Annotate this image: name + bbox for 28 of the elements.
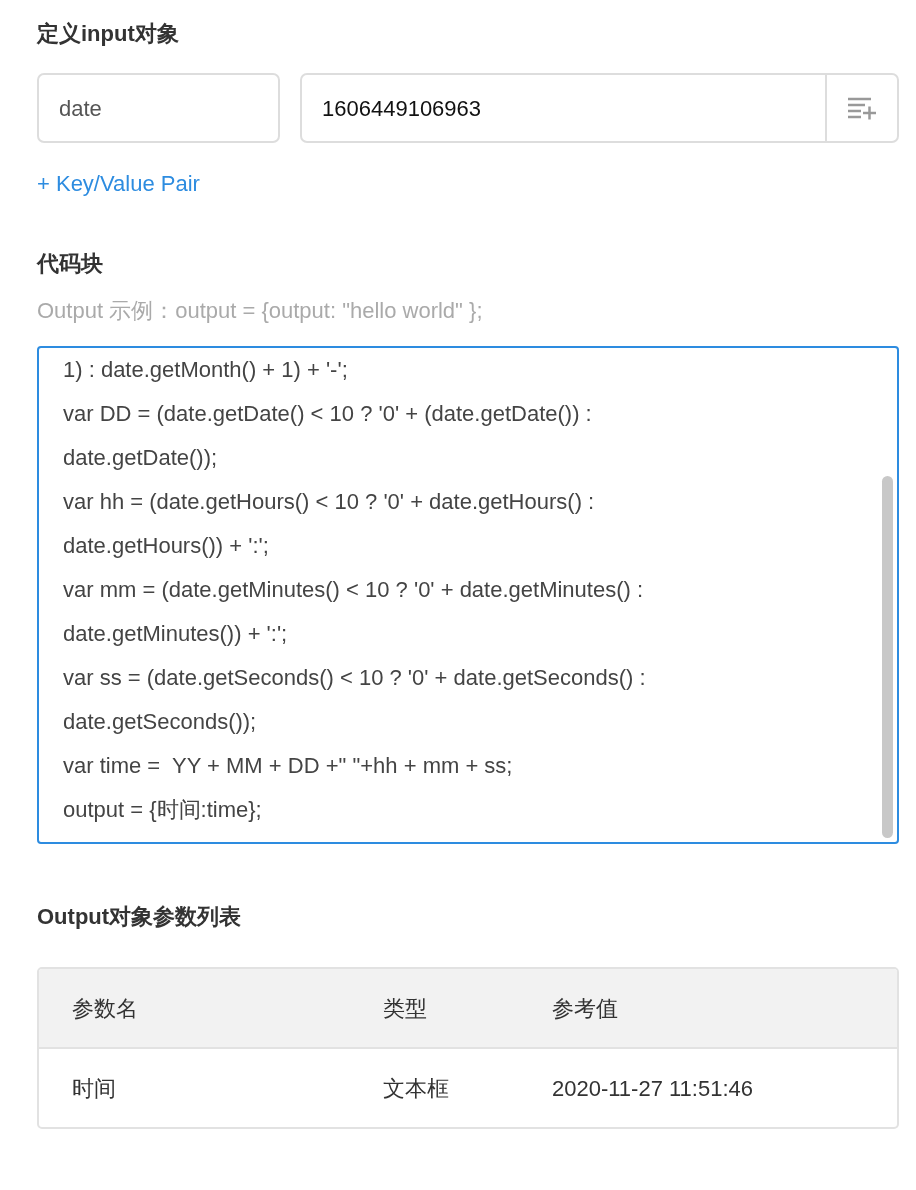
code-line: date.getSeconds());	[63, 708, 257, 736]
hint-text: Output 示例：output = {output: "hello world" };	[37, 297, 483, 325]
code-line: var ss = (date.getSeconds() < 10 ? '0' + date.getSeconds() :	[63, 664, 646, 692]
list-add-icon	[847, 96, 877, 120]
section-title: 代码块	[37, 250, 104, 278]
add-pair-link[interactable]: + Key/Value Pair	[37, 167, 200, 201]
code-line: var hh = (date.getHours() < 10 ? '0' + date.getHours() :	[63, 488, 595, 516]
code-line: 1) : date.getMonth() + 1) + '-';	[63, 356, 348, 384]
column-header: 类型	[383, 995, 427, 1021]
table-cell: 时间	[72, 1075, 116, 1101]
code-line: output = {时间:time};	[63, 796, 262, 824]
code-line: var time = YY + MM + DD +" "+hh + mm + ss;	[63, 752, 513, 780]
code-line: var DD = (date.getDate() < 10 ? '0' + (date.getDate()) :	[63, 400, 592, 428]
scrollbar-thumb[interactable]	[882, 476, 893, 838]
section-title: 定义input对象	[37, 20, 180, 48]
code-line: date.getHours()) + ':';	[63, 532, 269, 560]
code-line: date.getDate());	[63, 444, 218, 472]
value-field[interactable]: 1606449106963	[300, 73, 899, 143]
key-field[interactable]: date	[37, 73, 280, 143]
code-line: var mm = (date.getMinutes() < 10 ? '0' + date.getMinutes() :	[63, 576, 644, 604]
code-editor[interactable]	[37, 346, 899, 844]
section-title: Output对象参数列表	[37, 903, 243, 931]
table-cell: 2020-11-27 11:51:46	[552, 1075, 754, 1101]
column-header: 参考值	[552, 995, 618, 1021]
code-line: date.getMinutes()) + ':';	[63, 620, 288, 648]
table-cell: 文本框	[383, 1075, 449, 1101]
value-text: 1606449106963	[321, 94, 483, 123]
column-header: 参数名	[72, 995, 138, 1021]
